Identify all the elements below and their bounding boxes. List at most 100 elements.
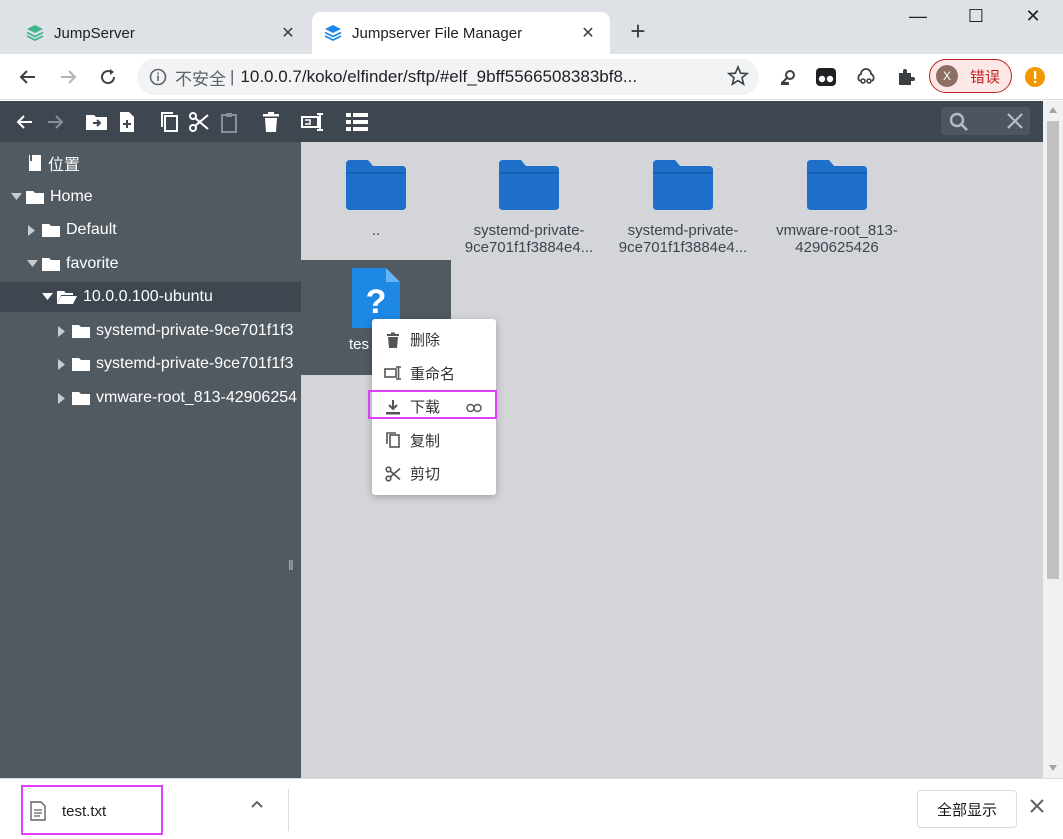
tab-file-manager[interactable]: Jumpserver File Manager ✕ [312, 12, 610, 54]
download-bar: test.txt 全部显示 [0, 778, 1063, 839]
folder-icon [72, 357, 90, 371]
file-item-systemd-1[interactable]: systemd-private- 9ce701f1f3884e4... [454, 150, 604, 256]
places-item[interactable]: 位置 [28, 148, 80, 178]
tab-close-icon[interactable]: ✕ [578, 23, 598, 43]
tree-item-home[interactable]: Home [10, 182, 93, 212]
folder-icon [762, 150, 912, 210]
clear-search-icon[interactable] [1006, 112, 1024, 130]
list-view-icon [346, 113, 368, 131]
tree-label: Home [50, 188, 93, 205]
view-list-button[interactable] [344, 109, 370, 135]
bookmark-star-icon[interactable] [727, 65, 749, 87]
tree-label: vmware-root_813-42906254 [96, 389, 298, 406]
page-scrollbar[interactable] [1043, 101, 1063, 778]
chevron-up-icon[interactable] [250, 799, 264, 809]
scroll-down-icon[interactable] [1049, 765, 1057, 771]
folder-icon [454, 150, 604, 210]
download-highlight-box [21, 785, 163, 835]
menu-item-copy[interactable]: 复制 [372, 424, 496, 458]
url-text[interactable]: 10.0.0.7/koko/elfinder/sftp/#elf_9bff556… [240, 67, 680, 87]
back-button[interactable] [13, 62, 43, 92]
trash-icon [263, 112, 279, 132]
folder-icon [42, 257, 60, 271]
scissors-icon [189, 112, 209, 132]
tree-item-favorite[interactable]: favorite [26, 249, 118, 279]
rename-tool-button[interactable] [300, 109, 326, 135]
tree-item-systemd-1[interactable]: systemd-private-9ce701f1f3 [56, 316, 293, 346]
maximize-button[interactable]: ☐ [956, 6, 996, 34]
jumpserver-favicon-icon [324, 25, 342, 42]
paste-tool-button[interactable] [216, 109, 242, 135]
menu-item-rename[interactable]: 重命名 [372, 357, 496, 391]
url-separator: | [230, 67, 235, 86]
pane-resize-handle[interactable]: ‖ [288, 557, 294, 577]
tab-close-icon[interactable]: ✕ [278, 23, 298, 43]
menu-label: 剪切 [410, 466, 441, 484]
tree-item-default[interactable]: Default [26, 215, 117, 245]
minimize-button[interactable]: — [898, 6, 938, 34]
show-all-button[interactable]: 全部显示 [917, 790, 1017, 828]
file-item-parent[interactable]: .. [301, 150, 451, 239]
caret-right-icon[interactable] [56, 325, 68, 337]
reload-icon [101, 69, 116, 85]
profile-error-button[interactable]: X 错误 [929, 59, 1012, 93]
file-name: vmware-root_813- [776, 222, 898, 239]
search-icon [949, 112, 968, 131]
unknown-file-icon: ? [301, 260, 451, 328]
back-tool-button[interactable] [12, 109, 38, 135]
divider [288, 789, 289, 831]
forward-button[interactable] [53, 62, 83, 92]
new-tab-button[interactable]: + [624, 18, 652, 46]
caret-right-icon[interactable] [56, 392, 68, 404]
cut-tool-button[interactable] [186, 109, 212, 135]
caret-down-icon[interactable] [26, 260, 38, 268]
tree-item-10-0-0-100-ubuntu[interactable]: 10.0.0.100-ubuntu [0, 282, 301, 312]
file-name: systemd-private- [627, 222, 739, 239]
close-icon[interactable] [1030, 799, 1044, 813]
caret-right-icon[interactable] [56, 358, 68, 370]
profile-error-label: 错误 [970, 68, 1001, 86]
tree-item-systemd-2[interactable]: systemd-private-9ce701f1f3 [56, 349, 293, 379]
menu-label: 复制 [410, 432, 441, 450]
tab-title: Jumpserver File Manager [352, 24, 523, 42]
file-item-systemd-2[interactable]: systemd-private- 9ce701f1f3884e4... [608, 150, 758, 256]
address-bar[interactable]: 不安全 | 10.0.0.7/koko/elfinder/sftp/#elf_9… [137, 59, 759, 95]
extension-cloud-button[interactable] [851, 62, 881, 92]
menu-label: 删除 [410, 332, 441, 350]
scroll-thumb[interactable] [1047, 121, 1059, 579]
folder-upload-icon [86, 115, 107, 130]
scroll-up-icon[interactable] [1049, 107, 1057, 113]
tab-title: JumpServer [54, 24, 135, 42]
menu-item-cut[interactable]: 剪切 [372, 457, 496, 491]
update-button[interactable] [1020, 62, 1050, 92]
upload-folder-button[interactable] [84, 109, 110, 135]
puzzle-icon [899, 69, 915, 85]
file-name: 9ce701f1f3884e4... [464, 239, 594, 256]
search-box[interactable] [941, 107, 1030, 135]
arrow-right-icon [48, 115, 64, 129]
caret-down-icon[interactable] [41, 293, 53, 301]
extensions-button[interactable] [891, 62, 921, 92]
scissors-icon [384, 466, 402, 482]
rename-icon [384, 365, 402, 381]
new-file-button[interactable] [114, 109, 140, 135]
forward-tool-button[interactable] [42, 109, 68, 135]
file-item-vmware-root[interactable]: vmware-root_813- 4290625426 [762, 150, 912, 256]
reload-button[interactable] [93, 62, 123, 92]
extension-satellite-button[interactable] [773, 62, 803, 92]
delete-tool-button[interactable] [258, 109, 284, 135]
caret-right-icon[interactable] [26, 224, 38, 236]
folder-open-icon [57, 290, 77, 304]
caret-down-icon[interactable] [10, 193, 22, 201]
file-add-icon [120, 112, 134, 132]
file-name: 4290625426 [795, 239, 879, 256]
copy-icon [384, 432, 402, 449]
tab-jumpserver[interactable]: JumpServer ✕ [14, 12, 310, 54]
update-alert-icon [1025, 67, 1045, 87]
close-window-button[interactable]: ✕ [1013, 6, 1053, 34]
copy-icon [161, 112, 178, 132]
extension-tampermonkey-button[interactable] [811, 62, 841, 92]
copy-tool-button[interactable] [156, 109, 182, 135]
tree-item-vmware-root[interactable]: vmware-root_813-42906254 [56, 383, 297, 413]
menu-item-delete[interactable]: 删除 [372, 323, 496, 357]
